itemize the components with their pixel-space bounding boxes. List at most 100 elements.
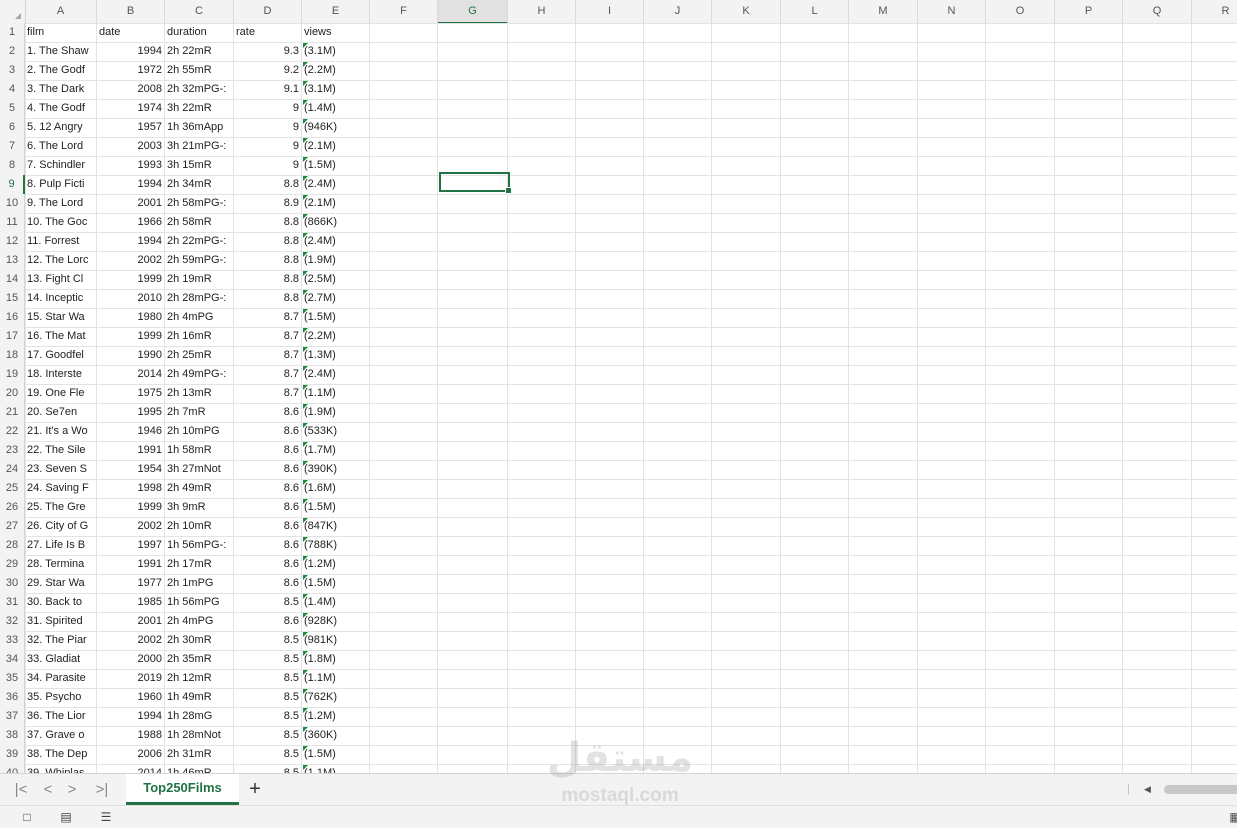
date-cell[interactable]: 2010 xyxy=(97,289,164,308)
rate-cell[interactable]: 8.5 xyxy=(234,764,301,773)
film-cell[interactable]: 2. The Godf xyxy=(25,61,96,80)
row-header-26[interactable]: 26 xyxy=(0,498,25,517)
duration-cell[interactable]: 2h 59mPG-: xyxy=(165,251,233,270)
duration-cell[interactable]: 1h 56mPG xyxy=(165,593,233,612)
rate-cell[interactable]: 8.5 xyxy=(234,688,301,707)
duration-cell[interactable]: 3h 21mPG-: xyxy=(165,137,233,156)
row-header-16[interactable]: 16 xyxy=(0,308,25,327)
duration-cell[interactable]: 2h 13mR xyxy=(165,384,233,403)
date-cell[interactable]: 1974 xyxy=(97,99,164,118)
scroll-left-icon[interactable]: ◀ xyxy=(1144,774,1151,805)
duration-cell[interactable]: 2h 58mR xyxy=(165,213,233,232)
views-cell[interactable]: (847K) xyxy=(302,517,369,536)
duration-cell[interactable]: 2h 49mR xyxy=(165,479,233,498)
views-cell[interactable]: (1.4M) xyxy=(302,593,369,612)
column-header-o[interactable]: O xyxy=(986,0,1055,23)
rate-cell[interactable]: 8.8 xyxy=(234,270,301,289)
duration-cell[interactable]: 2h 16mR xyxy=(165,327,233,346)
column-header-d[interactable]: D xyxy=(234,0,302,23)
rate-cell[interactable]: 8.6 xyxy=(234,479,301,498)
error-indicator-icon[interactable] xyxy=(303,461,308,466)
column-header-b[interactable]: B xyxy=(97,0,165,23)
row-header-13[interactable]: 13 xyxy=(0,251,25,270)
row-header-27[interactable]: 27 xyxy=(0,517,25,536)
row-header-35[interactable]: 35 xyxy=(0,669,25,688)
duration-cell[interactable]: 2h 10mPG xyxy=(165,422,233,441)
views-cell[interactable]: (1.2M) xyxy=(302,555,369,574)
rate-cell[interactable]: 8.5 xyxy=(234,650,301,669)
film-cell[interactable]: 27. Life Is B xyxy=(25,536,96,555)
rate-cell[interactable]: 8.6 xyxy=(234,460,301,479)
duration-cell[interactable]: 1h 56mPG-: xyxy=(165,536,233,555)
film-cell[interactable]: 25. The Gre xyxy=(25,498,96,517)
date-cell[interactable]: 1999 xyxy=(97,327,164,346)
views-cell[interactable]: (1.5M) xyxy=(302,574,369,593)
film-cell[interactable]: 28. Termina xyxy=(25,555,96,574)
date-cell[interactable]: 2001 xyxy=(97,194,164,213)
rate-cell[interactable]: 9.3 xyxy=(234,42,301,61)
duration-cell[interactable]: 2h 4mPG xyxy=(165,308,233,327)
views-cell[interactable]: (2.5M) xyxy=(302,270,369,289)
rate-cell[interactable]: 8.5 xyxy=(234,726,301,745)
column-header-p[interactable]: P xyxy=(1055,0,1123,23)
views-cell[interactable]: (2.7M) xyxy=(302,289,369,308)
rate-cell[interactable]: 8.6 xyxy=(234,555,301,574)
film-cell[interactable]: 20. Se7en xyxy=(25,403,96,422)
error-indicator-icon[interactable] xyxy=(303,385,308,390)
views-cell[interactable]: (928K) xyxy=(302,612,369,631)
error-indicator-icon[interactable] xyxy=(303,62,308,67)
views-cell[interactable]: (1.5M) xyxy=(302,156,369,175)
row-header-15[interactable]: 15 xyxy=(0,289,25,308)
rate-cell[interactable]: 8.7 xyxy=(234,365,301,384)
film-cell[interactable]: 6. The Lord xyxy=(25,137,96,156)
views-cell[interactable]: (533K) xyxy=(302,422,369,441)
film-cell[interactable]: 18. Interste xyxy=(25,365,96,384)
film-cell[interactable]: 12. The Lorc xyxy=(25,251,96,270)
views-cell[interactable]: (2.4M) xyxy=(302,365,369,384)
film-cell[interactable]: 30. Back to xyxy=(25,593,96,612)
views-cell[interactable]: (1.1M) xyxy=(302,669,369,688)
error-indicator-icon[interactable] xyxy=(303,746,308,751)
film-cell[interactable]: 23. Seven S xyxy=(25,460,96,479)
fill-handle[interactable] xyxy=(505,187,512,194)
date-cell[interactable]: 1991 xyxy=(97,441,164,460)
date-cell[interactable]: 1977 xyxy=(97,574,164,593)
row-header-11[interactable]: 11 xyxy=(0,213,25,232)
duration-cell[interactable]: 1h 28mNot xyxy=(165,726,233,745)
column-header-a[interactable]: A xyxy=(25,0,97,23)
error-indicator-icon[interactable] xyxy=(303,347,308,352)
date-cell[interactable]: 1994 xyxy=(97,175,164,194)
rate-cell[interactable]: 8.6 xyxy=(234,498,301,517)
film-cell[interactable]: 16. The Mat xyxy=(25,327,96,346)
date-cell[interactable]: 1985 xyxy=(97,593,164,612)
views-cell[interactable]: (1.7M) xyxy=(302,441,369,460)
error-indicator-icon[interactable] xyxy=(303,423,308,428)
rate-cell[interactable]: 8.8 xyxy=(234,289,301,308)
film-cell[interactable]: 34. Parasite xyxy=(25,669,96,688)
row-header-20[interactable]: 20 xyxy=(0,384,25,403)
film-cell[interactable]: 7. Schindler xyxy=(25,156,96,175)
error-indicator-icon[interactable] xyxy=(303,309,308,314)
row-header-14[interactable]: 14 xyxy=(0,270,25,289)
date-cell[interactable]: 2008 xyxy=(97,80,164,99)
error-indicator-icon[interactable] xyxy=(303,271,308,276)
duration-cell[interactable]: 1h 46mR xyxy=(165,764,233,773)
error-indicator-icon[interactable] xyxy=(303,727,308,732)
rate-cell[interactable]: 8.6 xyxy=(234,422,301,441)
error-indicator-icon[interactable] xyxy=(303,670,308,675)
duration-cell[interactable]: 2h 55mR xyxy=(165,61,233,80)
row-header-32[interactable]: 32 xyxy=(0,612,25,631)
prev-sheet-icon[interactable]: < xyxy=(37,774,59,805)
error-indicator-icon[interactable] xyxy=(303,651,308,656)
date-cell[interactable]: 1994 xyxy=(97,232,164,251)
film-cell[interactable]: 26. City of G xyxy=(25,517,96,536)
error-indicator-icon[interactable] xyxy=(303,480,308,485)
column-header-h[interactable]: H xyxy=(508,0,576,23)
column-header-f[interactable]: F xyxy=(370,0,438,23)
rate-cell[interactable]: 8.9 xyxy=(234,194,301,213)
views-cell[interactable]: (2.1M) xyxy=(302,137,369,156)
views-cell[interactable]: (2.2M) xyxy=(302,61,369,80)
film-cell[interactable]: 29. Star Wa xyxy=(25,574,96,593)
duration-cell[interactable]: 3h 15mR xyxy=(165,156,233,175)
date-cell[interactable]: 2019 xyxy=(97,669,164,688)
